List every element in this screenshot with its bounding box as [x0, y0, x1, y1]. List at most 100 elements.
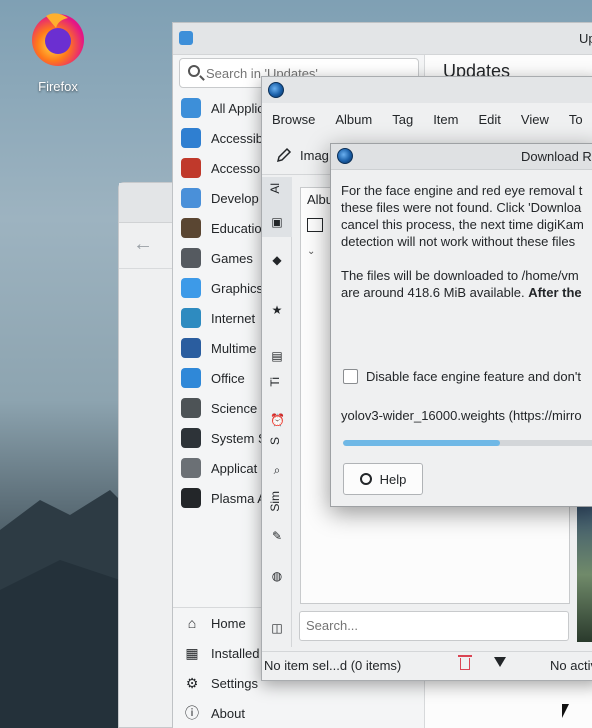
- settings-icon: ⚙: [185, 675, 199, 691]
- bold-note-text: After the: [528, 285, 582, 300]
- star-icon[interactable]: ★: [270, 303, 284, 317]
- back-arrow-icon[interactable]: ←: [133, 233, 153, 256]
- mouse-cursor-icon: [562, 704, 569, 718]
- trash-icon[interactable]: [458, 655, 472, 670]
- people-icon[interactable]: ◫: [270, 621, 284, 635]
- office-icon: [181, 368, 201, 388]
- about-icon: ⓘ: [185, 705, 199, 721]
- activity-status: No activ: [550, 658, 592, 673]
- menu-tools[interactable]: To: [559, 112, 592, 127]
- discover-app-icon: [179, 31, 193, 45]
- disable-face-engine-checkbox[interactable]: Disable face engine feature and don't: [343, 369, 581, 384]
- menu-edit[interactable]: Edit: [468, 112, 510, 127]
- checkbox-label: Disable face engine feature and don't: [366, 369, 581, 384]
- menu-tag[interactable]: Tag: [382, 112, 423, 127]
- desktop-icon-firefox[interactable]: Firefox: [22, 8, 94, 94]
- discover-titlebar[interactable]: Up: [173, 23, 592, 55]
- category-label: Educatio: [211, 220, 262, 236]
- pencil-icon: [276, 147, 292, 163]
- toolbar-label: Imag: [300, 147, 329, 163]
- discover-window-title: Up: [579, 31, 592, 46]
- dialog-download-info: The files will be downloaded to /home/vm…: [341, 267, 592, 301]
- multimedia-icon: [181, 338, 201, 358]
- progress-fill: [343, 440, 501, 446]
- nav-item-label: Home: [211, 615, 246, 631]
- dialog-titlebar[interactable]: Download R: [331, 144, 592, 170]
- album-search-field[interactable]: [299, 611, 569, 641]
- development-icon: [181, 188, 201, 208]
- category-label: Accessib: [211, 130, 264, 146]
- filter-icon[interactable]: [494, 657, 506, 667]
- space-available-text: are around 418.6 MiB available.: [341, 285, 525, 300]
- gamepad-icon: [181, 248, 201, 268]
- category-label: Accessor: [211, 160, 265, 176]
- digikam-logo-icon: [268, 82, 284, 98]
- help-button[interactable]: Help: [343, 463, 423, 495]
- digikam-logo-icon: [337, 148, 353, 164]
- download-progress-bar: [343, 440, 592, 446]
- nav-item-label: About: [211, 705, 245, 721]
- wand-icon: ✎: [271, 529, 283, 543]
- dialog-message-line: For the face engine and red eye removal …: [341, 183, 583, 198]
- album-icon: ▣: [271, 215, 283, 229]
- category-label: Multime: [211, 340, 257, 356]
- tab-similarity-label[interactable]: Sim: [268, 491, 282, 512]
- map-globe-icon[interactable]: ◍: [270, 569, 284, 583]
- checkbox-box[interactable]: [343, 369, 358, 384]
- tag-icon[interactable]: ◆: [270, 253, 284, 267]
- firefox-icon: [32, 13, 84, 66]
- download-dialog: Download R For the face engine and red e…: [330, 143, 592, 507]
- category-label: All Applic: [211, 100, 264, 116]
- selection-status: No item sel...d (0 items): [264, 658, 402, 673]
- category-label: Internet: [211, 310, 256, 326]
- category-label: System S: [211, 430, 267, 446]
- download-file-label: yolov3-wider_16000.weights (https://mirr…: [341, 408, 582, 423]
- accessories-icon: [181, 158, 201, 178]
- search-icon: [188, 65, 200, 77]
- graphics-icon: [181, 278, 201, 298]
- digikam-left-tabs: Al ▣ ◆ ★ ▤ Ti ⏰ S ⌕ Sim ✎ ◍ ◫: [262, 177, 292, 647]
- nav-item-label: Installed: [211, 645, 260, 661]
- dialog-message: For the face engine and red eye removal …: [341, 182, 592, 250]
- tab-albums-label: Al: [268, 183, 282, 194]
- digikam-statusbar: No item sel...d (0 items) No activ: [262, 651, 592, 679]
- digikam-menubar: Browse Album Tag Item Edit View To: [262, 103, 592, 135]
- album-search-input[interactable]: [306, 618, 556, 633]
- accessibility-icon: [181, 128, 201, 148]
- dialog-message-line: cancel this process, the next time digiK…: [341, 217, 584, 232]
- menu-browse[interactable]: Browse: [262, 112, 325, 127]
- dialog-message-line: these files were not found. Click 'Downl…: [341, 200, 582, 215]
- plasma-addons-icon: [181, 488, 201, 508]
- help-lifebuoy-icon: [359, 473, 372, 485]
- globe-icon: [181, 308, 201, 328]
- digikam-titlebar[interactable]: [262, 77, 592, 103]
- category-label: Science: [211, 400, 258, 416]
- category-label: Plasma A: [211, 490, 266, 506]
- dialog-title: Download R: [521, 149, 592, 164]
- category-label: Graphics: [211, 280, 264, 296]
- download-space-line: are around 418.6 MiB available. After th…: [341, 284, 592, 301]
- category-label: Applicat: [211, 460, 258, 476]
- image-editor-button[interactable]: Imag: [276, 147, 329, 163]
- tab-albums[interactable]: Al ▣: [262, 177, 292, 237]
- menu-album[interactable]: Album: [325, 112, 382, 127]
- category-label: Office: [211, 370, 245, 386]
- menu-item[interactable]: Item: [423, 112, 468, 127]
- nav-item[interactable]: ⓘ About: [173, 698, 425, 728]
- search-icon: ⌕: [273, 463, 281, 477]
- nav-item-label: Settings: [211, 675, 258, 691]
- help-button-label: Help: [379, 471, 407, 487]
- application-addons-icon: [181, 458, 201, 478]
- photo-thumbnail[interactable]: [577, 507, 592, 642]
- tab-search-label[interactable]: S: [268, 437, 282, 445]
- album-folder-icon[interactable]: [307, 218, 323, 232]
- system-settings-icon: [181, 428, 201, 448]
- tab-timeline-label[interactable]: Ti: [268, 377, 282, 387]
- menu-view[interactable]: View: [511, 112, 559, 127]
- chevron-down-icon[interactable]: ⌄: [307, 246, 315, 257]
- dialog-message-line: detection will not work without these fi…: [341, 234, 576, 249]
- download-path-line: The files will be downloaded to /home/vm: [341, 268, 579, 283]
- labels-icon[interactable]: ▤: [270, 349, 284, 363]
- clock-icon: ⏰: [270, 413, 285, 427]
- all-applications-icon: [181, 98, 201, 118]
